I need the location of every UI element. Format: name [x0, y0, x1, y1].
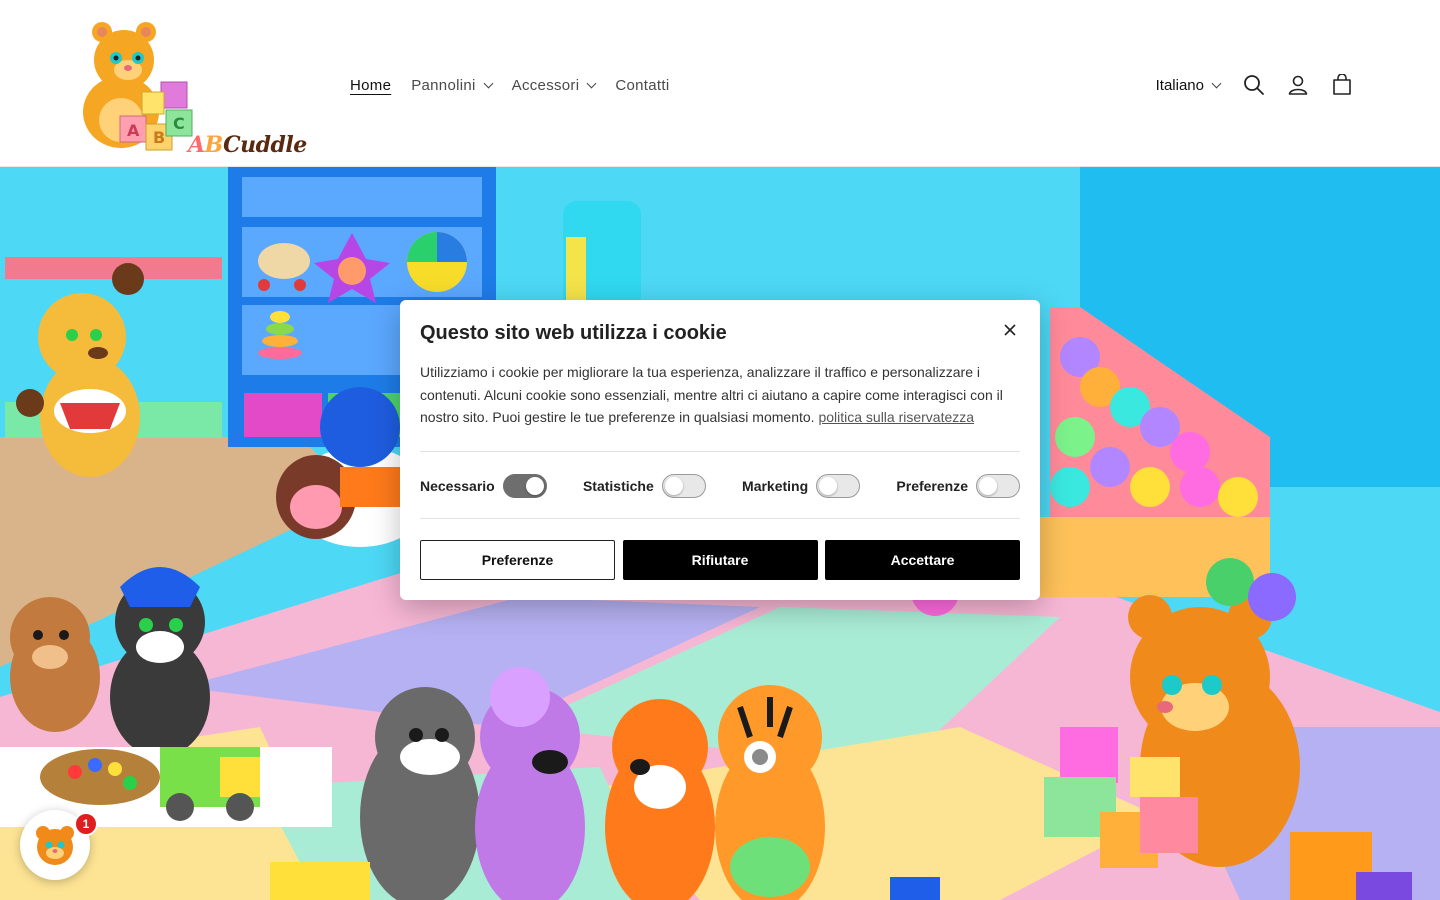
nav-accessori[interactable]: Accessori	[502, 77, 606, 94]
main-nav: Home Pannolini Accessori Contatti	[340, 70, 679, 100]
preferenze-switch[interactable]	[976, 474, 1020, 498]
preferences-button[interactable]: Preferenze	[420, 540, 615, 580]
switch-knob	[979, 477, 997, 495]
language-selector[interactable]: Italiano	[1155, 76, 1222, 94]
nav-contatti[interactable]: Contatti	[605, 77, 679, 94]
privacy-policy-link[interactable]: politica sulla riservatezza	[818, 409, 974, 425]
toggle-statistiche: Statistiche	[583, 474, 706, 498]
notification-badge: 1	[74, 812, 98, 836]
search-button[interactable]	[1232, 66, 1276, 104]
chevron-down-icon	[586, 78, 597, 88]
nav-home-label: Home	[350, 76, 392, 94]
toggle-preferenze: Preferenze	[896, 474, 1020, 498]
search-icon	[1244, 75, 1264, 95]
toggle-marketing: Marketing	[742, 474, 861, 498]
cookie-toggles: Necessario Statistiche Marketing Prefere…	[420, 472, 1020, 500]
cart-icon	[1333, 74, 1351, 95]
marketing-switch[interactable]	[816, 474, 861, 498]
chevron-down-icon	[483, 78, 494, 88]
reject-button[interactable]: Rifiutare	[622, 540, 818, 580]
switch-knob	[525, 477, 544, 495]
nav-pannolini-label: Pannolini	[411, 76, 476, 94]
language-label: Italiano	[1155, 76, 1204, 94]
svg-text:A: A	[127, 121, 140, 140]
toggle-label: Preferenze	[896, 478, 968, 494]
header-actions: Italiano	[1156, 66, 1364, 104]
nav-contatti-label: Contatti	[615, 76, 670, 94]
svg-text:C: C	[173, 114, 185, 133]
site-header: A B C ABCuddle Home Pannolini Accessori …	[0, 0, 1440, 167]
divider	[420, 518, 1020, 519]
statistiche-switch[interactable]	[661, 474, 706, 498]
account-button[interactable]	[1276, 66, 1320, 104]
toggle-label: Necessario	[420, 478, 495, 494]
logo-letter-b: B	[204, 132, 224, 158]
cart-button[interactable]	[1320, 66, 1364, 104]
toggle-label: Marketing	[742, 478, 809, 494]
cookie-consent-dialog: Questo sito web utilizza i cookie Utiliz…	[400, 300, 1040, 600]
cookie-description: Utilizziamo i cookie per migliorare la t…	[420, 361, 1020, 429]
accept-button[interactable]: Accettare	[825, 540, 1020, 580]
close-button[interactable]	[1000, 320, 1020, 340]
logo[interactable]: A B C ABCuddle	[76, 12, 307, 158]
logo-wordmark: ABCuddle	[188, 132, 307, 158]
chevron-down-icon	[1211, 78, 1222, 88]
toggle-necessario: Necessario	[420, 474, 547, 498]
nav-accessori-label: Accessori	[511, 76, 580, 94]
switch-knob	[664, 477, 683, 495]
logo-letter-a: A	[188, 132, 205, 158]
lion-avatar-icon	[36, 826, 74, 865]
svg-text:B: B	[153, 128, 165, 147]
necessario-switch[interactable]	[502, 474, 547, 498]
cookie-buttons: Preferenze Rifiutare Accettare	[420, 540, 1020, 580]
toggle-label: Statistiche	[582, 478, 654, 494]
nav-pannolini[interactable]: Pannolini	[401, 77, 501, 94]
cookie-title: Questo sito web utilizza i cookie	[420, 322, 727, 344]
nav-home[interactable]: Home	[340, 77, 401, 94]
close-icon	[1004, 324, 1016, 336]
switch-knob	[819, 477, 838, 495]
divider	[420, 451, 1020, 452]
chat-widget-button[interactable]: 1	[20, 810, 98, 880]
logo-rest: Cuddle	[223, 132, 307, 158]
account-icon	[1288, 75, 1308, 95]
